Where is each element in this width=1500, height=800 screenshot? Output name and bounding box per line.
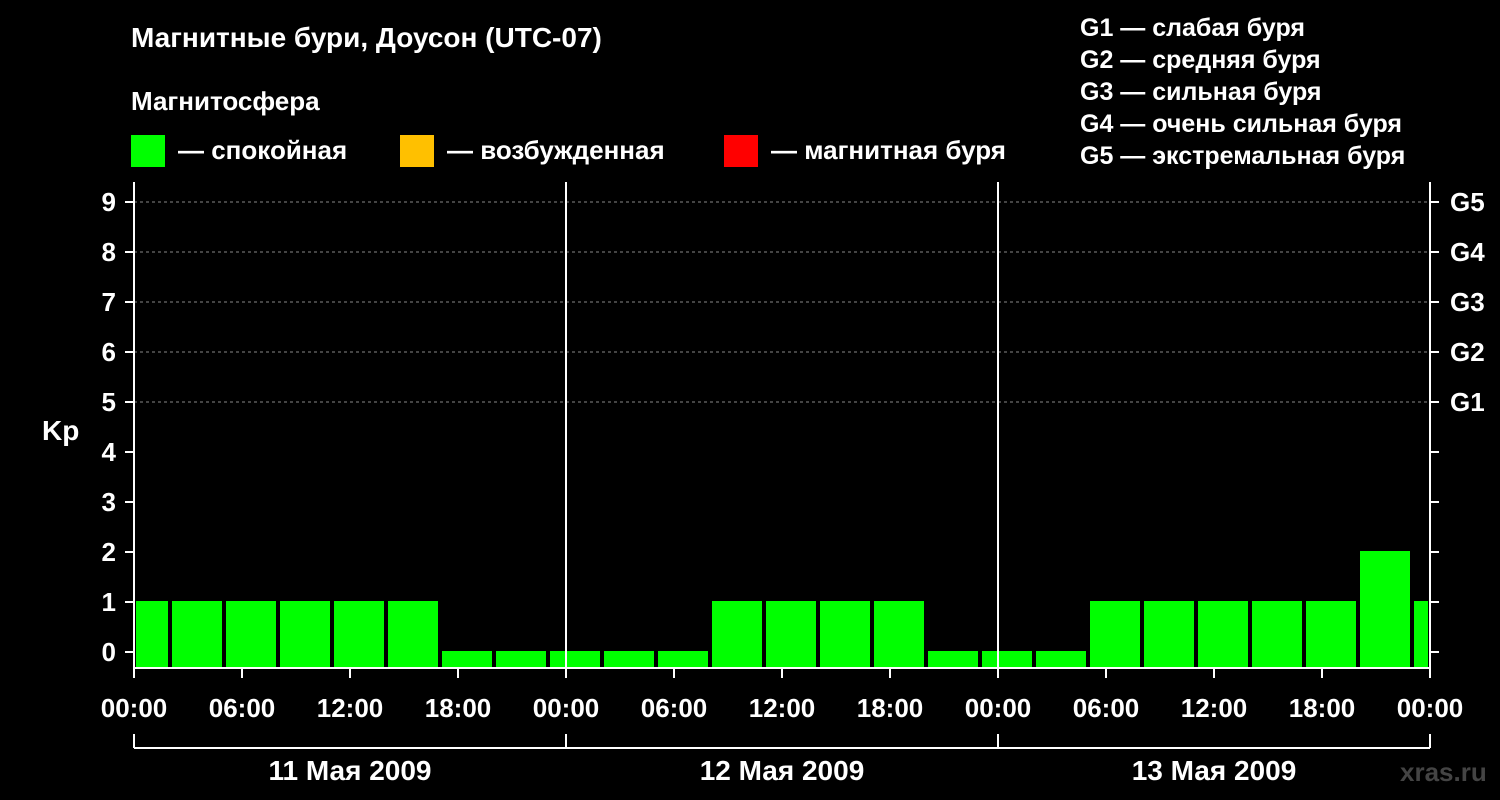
day-label: 11 Мая 2009 (268, 755, 431, 786)
kp-bar (982, 651, 1032, 668)
x-tick-label: 12:00 (749, 693, 816, 723)
kp-bar (1036, 651, 1086, 668)
kp-bar (1414, 601, 1428, 668)
g-tick-label: G1 (1450, 387, 1485, 417)
x-tick-label: 18:00 (857, 693, 924, 723)
x-tick-label: 06:00 (1073, 693, 1140, 723)
y-tick-label: 1 (102, 587, 116, 617)
g-tick-label: G3 (1450, 287, 1485, 317)
kp-bar (442, 651, 492, 668)
kp-bar (550, 651, 600, 668)
y-tick-label: 4 (102, 437, 117, 467)
kp-bar (334, 601, 384, 668)
x-tick-label: 18:00 (1289, 693, 1356, 723)
kp-bar (496, 651, 546, 668)
kp-bar (1360, 551, 1410, 668)
y-tick-label: 9 (102, 187, 116, 217)
g-tick-label: G4 (1450, 237, 1485, 267)
kp-bar (658, 651, 708, 668)
kp-bar (820, 601, 870, 668)
y-tick-label: 7 (102, 287, 116, 317)
kp-bar (226, 601, 276, 668)
kp-bar (1198, 601, 1248, 668)
kp-bar (136, 601, 168, 668)
kp-bar-chart: 0 1 2 3 4 5 6 7 8 9 G1 G2 G3 G4 G5 Kp 00:00 06:00 12:00 18:… (42, 182, 1485, 786)
x-tick-label: 06:00 (209, 693, 276, 723)
day-label: 13 Мая 2009 (1132, 755, 1297, 786)
g-tick-label: G2 (1450, 337, 1485, 367)
kp-bar (712, 601, 762, 668)
x-tick-label: 00:00 (965, 693, 1032, 723)
y-tick-label: 0 (102, 637, 116, 667)
x-tick-label: 06:00 (641, 693, 708, 723)
kp-bar (766, 601, 816, 668)
kp-bar (1306, 601, 1356, 668)
x-tick-label: 12:00 (1181, 693, 1248, 723)
y-tick-label: 8 (102, 237, 116, 267)
x-tick-label: 12:00 (317, 693, 384, 723)
kp-bar (388, 601, 438, 668)
watermark: xras.ru (1400, 757, 1487, 787)
day-label: 12 Мая 2009 (700, 755, 865, 786)
kp-bar (928, 651, 978, 668)
y-tick-label: 3 (102, 487, 116, 517)
kp-bar (604, 651, 654, 668)
y-tick-label: 5 (102, 387, 116, 417)
x-tick-label: 00:00 (533, 693, 600, 723)
y-tick-label: 2 (102, 537, 116, 567)
kp-bar (874, 601, 924, 668)
x-tick-label: 00:00 (101, 693, 168, 723)
g-tick-label: G5 (1450, 187, 1485, 217)
kp-bar (1144, 601, 1194, 668)
y-axis-label: Kp (42, 415, 79, 446)
kp-bar (1252, 601, 1302, 668)
y-tick-label: 6 (102, 337, 116, 367)
kp-bar (172, 601, 222, 668)
x-tick-label: 00:00 (1397, 693, 1464, 723)
kp-bar (1090, 601, 1140, 668)
kp-bar (280, 601, 330, 668)
x-tick-label: 18:00 (425, 693, 492, 723)
